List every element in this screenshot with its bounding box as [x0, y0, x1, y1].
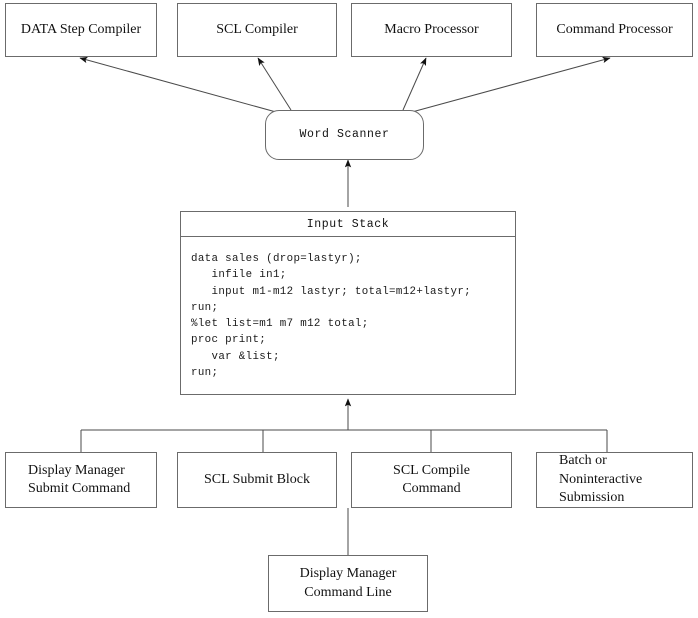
node-macro-processor[interactable]: Macro Processor	[351, 3, 512, 57]
node-label: SCL Compile Command	[393, 462, 470, 496]
node-label: Word Scanner	[299, 128, 390, 142]
node-display-manager-submit-command[interactable]: Display Manager Submit Command	[5, 452, 157, 508]
node-display-manager-command-line[interactable]: Display Manager Command Line	[268, 555, 428, 612]
node-label: Batch or Noninteractive Submission	[559, 453, 643, 506]
arrow-scanner-to-data-step-compiler	[79, 56, 277, 113]
node-label: DATA Step Compiler	[20, 21, 142, 37]
node-label: Macro Processor	[384, 21, 479, 37]
node-scl-compile-command[interactable]: SCL Compile Command	[351, 452, 512, 508]
arrow-scanner-to-macro-processor	[402, 57, 427, 111]
input-stack-title: Input Stack	[181, 212, 515, 237]
node-scl-submit-block[interactable]: SCL Submit Block	[177, 452, 337, 508]
node-data-step-compiler[interactable]: DATA Step Compiler	[5, 3, 157, 57]
node-label: Display Manager Submit Command	[28, 462, 131, 496]
node-label: Display Manager Command Line	[299, 566, 397, 600]
node-label: SCL Compiler	[216, 21, 298, 37]
node-scl-compiler[interactable]: SCL Compiler	[177, 3, 337, 57]
input-stack-code: data sales (drop=lastyr); infile in1; in…	[191, 253, 471, 380]
diagram-canvas: DATA Step Compiler SCL Compiler Macro Pr…	[0, 0, 698, 618]
node-batch-or-noninteractive-submission[interactable]: Batch or Noninteractive Submission	[536, 452, 693, 508]
arrow-scanner-to-scl-compiler	[257, 57, 292, 111]
node-word-scanner[interactable]: Word Scanner	[265, 110, 424, 160]
arrow-scanner-to-command-processor	[411, 56, 611, 113]
node-label: SCL Submit Block	[203, 471, 311, 487]
node-input-stack[interactable]: Input Stack data sales (drop=lastyr); in…	[180, 211, 516, 395]
node-command-processor[interactable]: Command Processor	[536, 3, 693, 57]
node-label: Command Processor	[556, 21, 673, 37]
